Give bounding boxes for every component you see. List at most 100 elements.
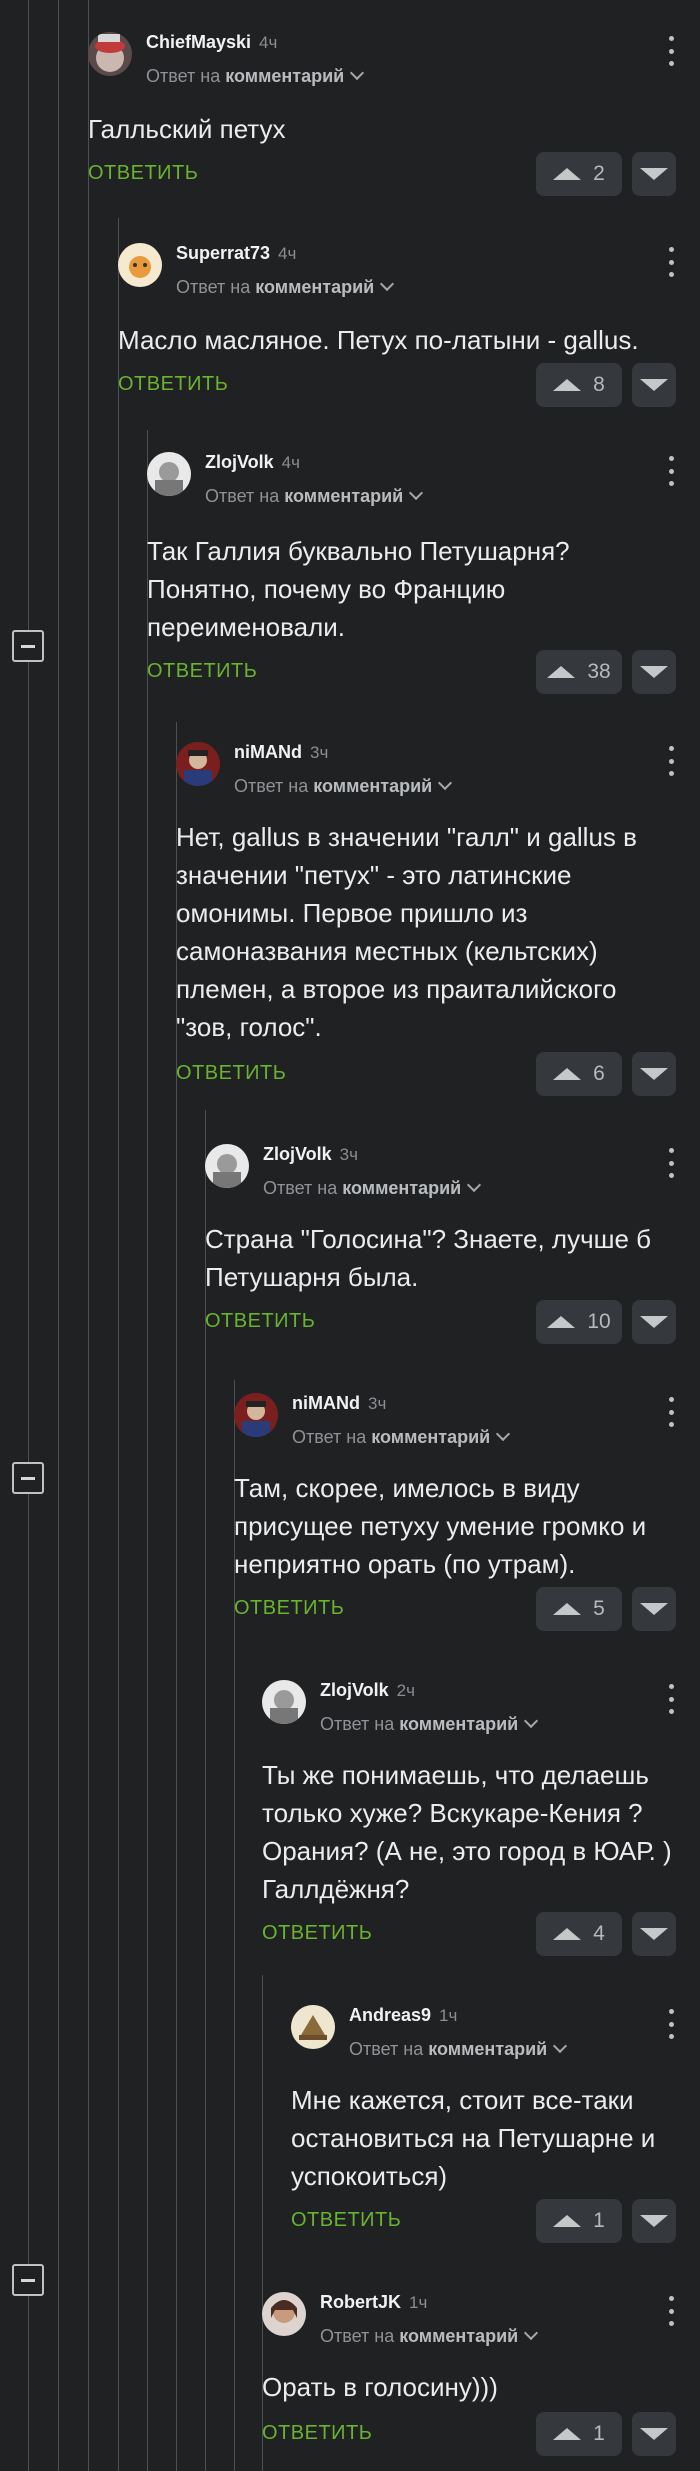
comment: Superrat73 4ч Ответ на комментарий Масло … — [118, 243, 700, 413]
avatar[interactable] — [262, 2292, 306, 2336]
reply-button[interactable]: ОТВЕТИТЬ — [176, 1062, 286, 1085]
reply-to[interactable]: Ответ на комментарий — [205, 485, 424, 507]
vote-count: 1 — [593, 2209, 605, 2232]
downvote-button[interactable] — [632, 2199, 676, 2243]
more-vertical-icon[interactable] — [668, 247, 674, 277]
reply-button[interactable]: ОТВЕТИТЬ — [88, 162, 198, 185]
downvote-button[interactable] — [632, 363, 676, 407]
more-vertical-icon[interactable] — [668, 1148, 674, 1178]
comment-time: 4ч — [259, 33, 278, 52]
comment-time: 1ч — [409, 2293, 428, 2312]
comment-time: 4ч — [281, 453, 300, 472]
reply-to[interactable]: Ответ на комментарий — [176, 276, 395, 298]
reply-button[interactable]: ОТВЕТИТЬ — [205, 1310, 315, 1333]
more-vertical-icon[interactable] — [668, 2296, 674, 2326]
reply-button[interactable]: ОТВЕТИТЬ — [147, 660, 257, 683]
vote-count: 4 — [593, 1922, 605, 1945]
collapse-thread-button[interactable] — [12, 630, 44, 662]
vote-count: 6 — [593, 1062, 605, 1085]
comment-author[interactable]: Superrat73 4ч — [176, 243, 296, 264]
reply-to[interactable]: Ответ на комментарий — [320, 2325, 539, 2347]
comment-author[interactable]: ZlojVolk 4ч — [205, 452, 300, 473]
reply-button[interactable]: ОТВЕТИТЬ — [262, 2422, 372, 2445]
avatar[interactable] — [88, 32, 132, 76]
upvote-icon — [553, 168, 582, 180]
downvote-button[interactable] — [632, 2412, 676, 2456]
more-vertical-icon[interactable] — [668, 746, 674, 776]
reply-to[interactable]: Ответ на комментарий — [349, 2038, 568, 2060]
avatar[interactable] — [234, 1393, 278, 1437]
downvote-button[interactable] — [632, 152, 676, 196]
avatar[interactable] — [262, 1680, 306, 1724]
upvote-button[interactable]: 10 — [536, 1300, 622, 1344]
downvote-icon — [640, 379, 668, 391]
reply-to[interactable]: Ответ на комментарий — [234, 775, 453, 797]
downvote-button[interactable] — [632, 1587, 676, 1631]
comment-text: Там, скорее, имелось в виду присущее пет… — [234, 1473, 647, 1579]
reply-to[interactable]: Ответ на комментарий — [292, 1426, 511, 1448]
upvote-button[interactable]: 38 — [536, 650, 622, 694]
avatar[interactable] — [205, 1144, 249, 1188]
avatar[interactable] — [176, 742, 220, 786]
reply-to[interactable]: Ответ на комментарий — [263, 1177, 482, 1199]
comment-time: 3ч — [339, 1145, 358, 1164]
upvote-button[interactable]: 8 — [536, 363, 622, 407]
comment-time: 2ч — [396, 1681, 415, 1700]
vote-count: 38 — [587, 660, 611, 683]
more-vertical-icon[interactable] — [668, 2009, 674, 2039]
thread-line — [58, 0, 59, 2471]
avatar[interactable] — [118, 243, 162, 287]
reply-to[interactable]: Ответ на комментарий — [320, 1713, 539, 1735]
downvote-button[interactable] — [632, 1052, 676, 1096]
comment-author[interactable]: ZlojVolk 2ч — [320, 1680, 415, 1701]
more-vertical-icon[interactable] — [668, 36, 674, 66]
reply-button[interactable]: ОТВЕТИТЬ — [291, 2209, 401, 2232]
upvote-button[interactable]: 1 — [536, 2199, 622, 2243]
upvote-button[interactable]: 5 — [536, 1587, 622, 1631]
thread-line — [88, 0, 89, 2471]
avatar[interactable] — [291, 2005, 335, 2049]
downvote-icon — [640, 168, 668, 180]
comment-author[interactable]: RobertJK 1ч — [320, 2292, 427, 2313]
comment-text: Нет, gallus в значении "галл" и gallus в… — [176, 822, 637, 1042]
comment: ZlojVolk 2ч Ответ на комментарий Ты же по… — [262, 1680, 700, 1960]
upvote-button[interactable]: 6 — [536, 1052, 622, 1096]
reply-to[interactable]: Ответ на комментарий — [146, 65, 365, 87]
more-vertical-icon[interactable] — [668, 1684, 674, 1714]
comment-author[interactable]: niMANd 3ч — [292, 1393, 386, 1414]
chevron-down-icon — [438, 775, 453, 791]
downvote-icon — [640, 1316, 668, 1328]
upvote-icon — [547, 1316, 576, 1328]
reply-button[interactable]: ОТВЕТИТЬ — [262, 1922, 372, 1945]
comment-text: Страна "Голосина"? Знаете, лучше б Петуш… — [205, 1224, 652, 1292]
vote-count: 8 — [593, 373, 605, 396]
collapse-thread-button[interactable] — [12, 1462, 44, 1494]
downvote-icon — [640, 2215, 668, 2227]
comment-author[interactable]: ZlojVolk 3ч — [263, 1144, 358, 1165]
more-vertical-icon[interactable] — [668, 1397, 674, 1427]
upvote-button[interactable]: 4 — [536, 1912, 622, 1956]
vote-count: 2 — [593, 162, 605, 185]
chevron-down-icon — [467, 1177, 482, 1193]
downvote-button[interactable] — [632, 1300, 676, 1344]
thread-line — [147, 430, 148, 2471]
downvote-button[interactable] — [632, 1912, 676, 1956]
upvote-button[interactable]: 1 — [536, 2412, 622, 2456]
upvote-icon — [553, 2215, 582, 2227]
reply-button[interactable]: ОТВЕТИТЬ — [234, 1597, 344, 1620]
comment: niMANd 3ч Ответ на комментарий Нет, gallu… — [176, 742, 700, 1096]
collapse-thread-button[interactable] — [12, 2264, 44, 2296]
reply-button[interactable]: ОТВЕТИТЬ — [118, 373, 228, 396]
comment-author[interactable]: Andreas9 1ч — [349, 2005, 457, 2026]
downvote-button[interactable] — [632, 650, 676, 694]
upvote-button[interactable]: 2 — [536, 152, 622, 196]
comment-author[interactable]: niMANd 3ч — [234, 742, 328, 763]
comment-author[interactable]: ChiefMayski 4ч — [146, 32, 277, 53]
upvote-icon — [553, 1068, 582, 1080]
more-vertical-icon[interactable] — [668, 456, 674, 486]
comment-time: 1ч — [439, 2006, 458, 2025]
downvote-icon — [640, 1928, 668, 1940]
comment-text: Так Галлия буквально Петушарня? Понятно,… — [147, 536, 570, 642]
comment-text: Мне кажется, стоит все-таки остановиться… — [291, 2085, 656, 2191]
avatar[interactable] — [147, 452, 191, 496]
